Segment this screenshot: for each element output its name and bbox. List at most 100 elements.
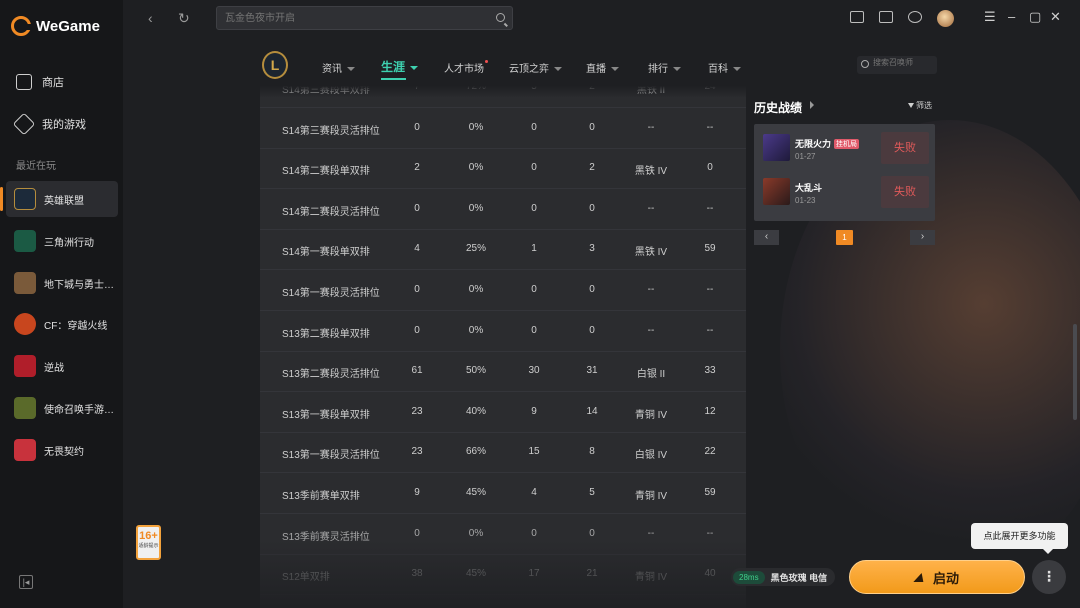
game-label: 英雄联盟 bbox=[44, 195, 84, 207]
filter-button[interactable]: 筛选 bbox=[908, 100, 932, 111]
dnf-icon bbox=[14, 272, 36, 294]
table-cell: 4 bbox=[414, 243, 420, 255]
league-of-legends-icon bbox=[14, 188, 36, 210]
app-logo[interactable]: WeGame bbox=[11, 14, 100, 38]
sidebar-game-league-of-legends[interactable]: 英雄联盟 bbox=[0, 181, 118, 217]
tab-talent-market[interactable]: 人才市场 bbox=[444, 60, 488, 75]
match-mode: 大乱斗 bbox=[795, 183, 823, 193]
table-cell: 0 bbox=[707, 162, 713, 174]
chevron-down-icon bbox=[410, 65, 419, 70]
table-row: S13第一赛段单双排 23 40% 9 14 青铜 IV 12 bbox=[260, 392, 746, 433]
table-cell: 0 bbox=[414, 324, 420, 336]
table-cell: 21 bbox=[586, 568, 598, 580]
gift-icon[interactable] bbox=[850, 11, 864, 23]
table-cell: 50% bbox=[465, 365, 486, 377]
server-name: 黑色玫瑰 电信 bbox=[770, 572, 828, 583]
table-cell: 25% bbox=[465, 243, 486, 255]
table-cell: 0 bbox=[414, 121, 420, 133]
table-cell: 0 bbox=[414, 202, 420, 214]
table-cell: 0 bbox=[531, 162, 537, 174]
more-options-button[interactable]: ⋮ bbox=[1032, 560, 1066, 594]
table-cell: S14第二赛段灵活排位 bbox=[282, 206, 380, 218]
close-icon[interactable]: ✕ bbox=[1050, 9, 1061, 25]
back-icon[interactable]: ‹ bbox=[148, 10, 153, 26]
match-item[interactable]: 无限火力 挂机局 01-27 失败 bbox=[760, 130, 929, 170]
sidebar-game-nizhan[interactable]: 逆战 bbox=[6, 348, 118, 384]
table-cell: -- bbox=[706, 324, 714, 336]
history-title[interactable]: 历史战绩 bbox=[754, 99, 802, 116]
more-options-tooltip: 点此展开更多功能 bbox=[971, 523, 1068, 554]
match-result: 失败 bbox=[881, 132, 929, 164]
table-cell: 0% bbox=[468, 527, 484, 539]
game-nav: L 资讯 生涯 人才市场 云顶之弈 直播 排行 百科 bbox=[262, 50, 952, 82]
chevron-right-icon[interactable] bbox=[810, 101, 814, 109]
table-row: S14第一赛段单双排 4 25% 1 3 黑铁 IV 59 bbox=[260, 229, 746, 271]
chevron-down-icon bbox=[733, 67, 741, 72]
table-cell: 0 bbox=[531, 284, 537, 295]
table-cell: 33 bbox=[704, 365, 716, 377]
minimize-icon[interactable]: – bbox=[1008, 9, 1015, 24]
maximize-icon[interactable]: ▢ bbox=[1029, 9, 1041, 25]
sidebar-item-store[interactable]: 商店 bbox=[16, 74, 64, 90]
sidebar-item-my-games[interactable]: 我的游戏 bbox=[12, 112, 86, 136]
server-status[interactable]: 28ms 黑色玫瑰 电信 bbox=[731, 568, 836, 586]
sidebar-game-valorant[interactable]: 无畏契约 bbox=[6, 432, 118, 468]
launch-button[interactable]: 启动 bbox=[849, 560, 1025, 594]
download-icon[interactable] bbox=[908, 11, 922, 23]
notification-dot bbox=[485, 60, 488, 63]
tab-label: 排行 bbox=[648, 64, 668, 75]
table-cell: 17 bbox=[528, 568, 540, 580]
app-name: WeGame bbox=[36, 17, 100, 35]
delta-force-icon bbox=[14, 230, 36, 252]
tab-ranking[interactable]: 排行 bbox=[648, 60, 681, 75]
search-input[interactable] bbox=[225, 10, 485, 26]
sidebar-game-crossfire[interactable]: CF：穿越火线 bbox=[6, 306, 118, 342]
table-row: S12单双排 38 45% 17 21 青铜 IV 40 bbox=[260, 554, 746, 596]
match-item[interactable]: 大乱斗 01-23 失败 bbox=[760, 174, 929, 214]
next-page-button[interactable]: › bbox=[910, 230, 935, 245]
age-rating: 16+ bbox=[139, 530, 158, 542]
table-cell: S12单双排 bbox=[282, 572, 330, 584]
sidebar-game-dnf[interactable]: 地下城与勇士：... bbox=[6, 265, 118, 301]
table-cell: 8 bbox=[589, 446, 595, 458]
table-cell: 61 bbox=[411, 365, 423, 377]
table-cell: -- bbox=[647, 284, 655, 295]
table-cell: 白银 IV bbox=[634, 450, 668, 462]
table-cell: 0% bbox=[468, 202, 484, 214]
message-icon[interactable] bbox=[879, 11, 893, 23]
ranked-seasons-table: S14第三赛段单双排772%52黑铁 II24S14第三赛段灵活排位00%00-… bbox=[260, 86, 746, 608]
collapse-sidebar-icon[interactable]: |◂ bbox=[19, 575, 33, 589]
game-label: 三角洲行动 bbox=[44, 237, 94, 249]
lightning-icon bbox=[913, 572, 927, 582]
menu-icon[interactable]: ☰ bbox=[984, 9, 996, 25]
sidebar-game-delta-force[interactable]: 三角洲行动 bbox=[6, 223, 118, 259]
table-cell: 40 bbox=[704, 568, 716, 580]
table-cell: -- bbox=[647, 527, 655, 539]
match-result: 失败 bbox=[881, 176, 929, 208]
table-cell: S14第一赛段灵活排位 bbox=[282, 288, 380, 299]
refresh-icon[interactable]: ↻ bbox=[178, 10, 190, 27]
table-cell: 38 bbox=[411, 568, 423, 580]
game-label: 地下城与勇士：... bbox=[44, 279, 116, 291]
prev-page-button[interactable]: ‹ bbox=[754, 230, 779, 245]
lol-logo-icon[interactable]: L bbox=[262, 51, 288, 79]
table-cell: 59 bbox=[704, 487, 716, 498]
tab-news[interactable]: 资讯 bbox=[322, 60, 355, 75]
table-cell: 0 bbox=[414, 527, 420, 539]
crossfire-icon bbox=[14, 313, 36, 335]
tab-career[interactable]: 生涯 bbox=[381, 58, 419, 80]
tab-tft[interactable]: 云顶之弈 bbox=[509, 60, 562, 75]
table-cell: 0 bbox=[531, 121, 537, 133]
table-row: S13季前赛灵活排位 0 0% 0 0 -- -- bbox=[260, 514, 746, 555]
sidebar-item-label: 我的游戏 bbox=[42, 119, 86, 131]
sidebar-game-cod-mobile[interactable]: 使命召唤手游极... bbox=[6, 390, 118, 426]
tab-wiki[interactable]: 百科 bbox=[708, 60, 741, 75]
avatar[interactable] bbox=[937, 10, 954, 27]
search-icon[interactable] bbox=[496, 13, 505, 22]
summoner-search-input[interactable] bbox=[873, 58, 933, 67]
match-history-list: 无限火力 挂机局 01-27 失败 大乱斗 01-23 失败 bbox=[754, 124, 935, 221]
scrollbar[interactable] bbox=[1073, 324, 1077, 420]
tab-live[interactable]: 直播 bbox=[586, 60, 619, 75]
table-cell: 0% bbox=[468, 324, 484, 336]
current-page[interactable]: 1 bbox=[836, 230, 853, 245]
